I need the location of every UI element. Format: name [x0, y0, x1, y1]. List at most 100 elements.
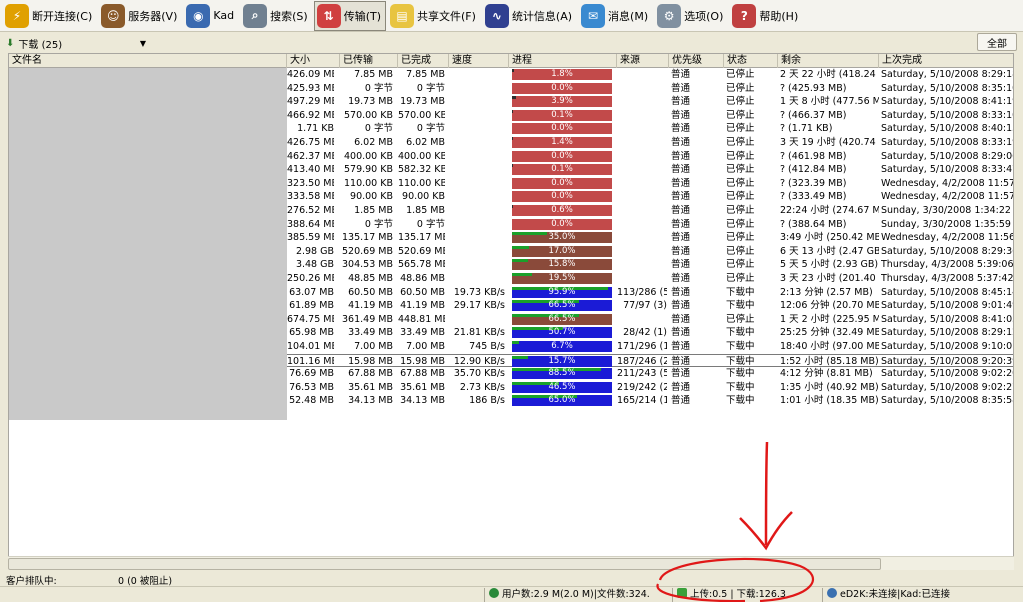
- download-row[interactable]: 497.29 MB 19.73 MB 19.73 MB 普通 已停止 1 天 8 小时 (…: [287, 95, 1013, 109]
- download-row[interactable]: 61.89 MB 41.19 MB 41.19 MB 29.17 KB/s 77/97 …: [287, 299, 1013, 313]
- toolbar-button-7[interactable]: ✉ 消息(M): [578, 1, 653, 31]
- cell-completed: 448.81 MB: [398, 313, 445, 325]
- cell-status: 已停止: [726, 109, 755, 121]
- cell-speed: [449, 190, 505, 204]
- scrollbar-thumb[interactable]: [8, 558, 881, 570]
- show-all-button[interactable]: 全部: [977, 33, 1017, 51]
- toolbar-button-1[interactable]: ☺ 服务器(V): [98, 1, 182, 31]
- cell-last: Saturday, 5/10/2008 8:40:13 ...: [881, 123, 1013, 135]
- cell-remaining: 1 天 2 小时 (225.95 MB): [780, 313, 879, 325]
- progress-label: 50.7%: [548, 327, 576, 338]
- download-row[interactable]: 104.01 MB 7.00 MB 7.00 MB 745 B/s 171/296 (1…: [287, 340, 1013, 354]
- cell-completed: 520.69 MB: [398, 245, 445, 257]
- download-row[interactable]: 425.93 MB 0 字节 0 字节 普通 已停止 ? (425.93 MB) Satur…: [287, 82, 1013, 96]
- transfer-icon: ⇅: [316, 3, 341, 28]
- cell-size: 333.58 MB: [287, 191, 334, 203]
- toolbar-button-8[interactable]: ⚙ 选项(O): [654, 1, 728, 31]
- download-row[interactable]: 65.98 MB 33.49 MB 33.49 MB 21.81 KB/s 28/42 …: [287, 326, 1013, 340]
- download-row[interactable]: 63.07 MB 60.50 MB 60.50 MB 19.73 KB/s 113/28…: [287, 286, 1013, 300]
- cell-sources: 219/242 (2): [617, 381, 667, 393]
- toolbar-button-5[interactable]: ▤ 共享文件(F): [387, 1, 481, 31]
- cell-speed: [449, 95, 505, 109]
- chat-icon: ✉: [581, 3, 606, 28]
- download-row[interactable]: 466.92 MB 570.00 KB 570.00 KB 普通 已停止 ? (466.3…: [287, 109, 1013, 123]
- download-row[interactable]: 385.59 MB 135.17 MB 135.17 MB 普通 已停止 3:49 小时 …: [287, 231, 1013, 245]
- column-header-2[interactable]: 已传输: [340, 54, 398, 68]
- cell-priority: 普通: [671, 109, 691, 121]
- download-row[interactable]: 323.50 MB 110.00 KB 110.00 KB 普通 已停止 ? (323.3…: [287, 177, 1013, 191]
- cell-priority: 普通: [671, 137, 691, 148]
- download-row[interactable]: 2.98 GB 520.69 MB 520.69 MB 普通 已停止 6 天 13 小时 …: [287, 245, 1013, 259]
- download-list-selector[interactable]: ⬇ 下载 (25) ▼: [6, 35, 146, 51]
- column-header-0[interactable]: 文件名: [9, 54, 287, 68]
- cell-completed: 570.00 KB: [398, 109, 445, 121]
- cell-remaining: 4:12 分钟 (8.81 MB): [780, 368, 873, 380]
- cell-speed: [449, 150, 505, 164]
- download-row[interactable]: 674.75 MB 361.49 MB 448.81 MB 普通 已停止 1 天 2 小时…: [287, 313, 1013, 327]
- download-row[interactable]: 76.69 MB 67.88 MB 67.88 MB 35.70 KB/s 211/24…: [287, 367, 1013, 381]
- progress-label: 1.8%: [551, 69, 573, 79]
- cell-last: Saturday, 5/10/2008 9:02:20 ...: [881, 368, 1013, 380]
- download-row[interactable]: 52.48 MB 34.13 MB 34.13 MB 186 B/s 165/214 (…: [287, 394, 1013, 408]
- cell-priority: 普通: [671, 205, 691, 216]
- download-row[interactable]: 76.53 MB 35.61 MB 35.61 MB 2.73 KB/s 219/242…: [287, 381, 1013, 395]
- column-header-8[interactable]: 状态: [724, 54, 778, 68]
- status-network-text: eD2K:未连接|Kad:已连接: [840, 589, 950, 600]
- horizontal-scrollbar[interactable]: [8, 556, 1014, 570]
- mule-icon: ☺: [101, 3, 126, 28]
- cell-last: Thursday, 4/3/2008 5:37:42 P...: [881, 273, 1014, 284]
- column-header-9[interactable]: 剩余: [778, 54, 879, 68]
- cell-sources: [617, 109, 667, 123]
- toolbar-button-2[interactable]: ◉ Kad: [183, 1, 239, 31]
- toolbar-button-6[interactable]: ∿ 统计信息(A): [482, 1, 577, 31]
- cell-last: Saturday, 5/10/2008 8:41:03 ...: [881, 313, 1013, 325]
- cell-status: 已停止: [726, 273, 755, 284]
- toolbar-button-0[interactable]: ⚡ 断开连接(C): [2, 1, 97, 31]
- column-header-3[interactable]: 已完成: [398, 54, 449, 68]
- toolbar-button-3[interactable]: ⌕ 搜索(S): [240, 1, 313, 31]
- toolbar-button-label: 断开连接(C): [32, 9, 93, 23]
- toolbar-button-4[interactable]: ⇅ 传输(T): [313, 0, 387, 31]
- cell-priority: 普通: [671, 273, 691, 284]
- cell-completed: 1.85 MB: [406, 205, 445, 216]
- cell-speed: [449, 136, 505, 150]
- users-icon: [489, 588, 499, 598]
- download-row[interactable]: 426.09 MB 7.85 MB 7.85 MB 普通 已停止 2 天 22 小时 (4…: [287, 68, 1013, 82]
- download-row[interactable]: 101.16 MB 15.98 MB 15.98 MB 12.90 KB/s 187/2…: [287, 353, 1013, 368]
- column-header-4[interactable]: 速度: [449, 54, 509, 68]
- progress-label: 1.4%: [551, 137, 573, 147]
- progress-bar: 1.4%: [512, 137, 612, 148]
- download-row[interactable]: 462.37 MB 400.00 KB 400.00 KB 普通 已停止 ? (461.9…: [287, 150, 1013, 164]
- download-row[interactable]: 426.75 MB 6.02 MB 6.02 MB 普通 已停止 3 天 19 小时 (4…: [287, 136, 1013, 150]
- cell-sources: 28/42 (1): [623, 327, 667, 339]
- cell-last: Saturday, 5/10/2008 8:29:12 ...: [881, 327, 1013, 339]
- column-header-5[interactable]: 进程: [509, 54, 617, 68]
- download-row[interactable]: 1.71 KB 0 字节 0 字节 普通 已停止 ? (1.71 KB) Saturday,…: [287, 122, 1013, 136]
- column-header-1[interactable]: 大小: [287, 54, 340, 68]
- cell-size: 426.75 MB: [287, 137, 334, 148]
- download-row[interactable]: 388.64 MB 0 字节 0 字节 普通 已停止 ? (388.64 MB) Sunda…: [287, 218, 1013, 232]
- cell-sources: [617, 163, 667, 177]
- cell-status: 下载中: [726, 395, 755, 407]
- cell-completed: 400.00 KB: [398, 150, 445, 162]
- download-row[interactable]: 250.26 MB 48.85 MB 48.86 MB 普通 已停止 3 天 23 小时 …: [287, 272, 1014, 286]
- cell-completed: 48.86 MB: [400, 273, 445, 284]
- progress-fill: [512, 137, 514, 140]
- cell-transferred: 90.00 KB: [350, 191, 393, 203]
- download-row[interactable]: 333.58 MB 90.00 KB 90.00 KB 普通 已停止 ? (333.49 …: [287, 190, 1013, 204]
- column-header-10[interactable]: 上次完成: [879, 54, 1013, 68]
- cell-last: Saturday, 5/10/2008 8:29:06 ...: [881, 150, 1013, 162]
- cell-speed: [449, 122, 505, 136]
- chevron-down-icon: ▼: [139, 38, 146, 48]
- cell-transferred: 41.19 MB: [348, 300, 393, 312]
- download-row[interactable]: 276.52 MB 1.85 MB 1.85 MB 普通 已停止 22:24 小时 (27…: [287, 204, 1013, 218]
- download-row[interactable]: 3.48 GB 304.53 MB 565.78 MB 普通 已停止 5 天 5 小时 (…: [287, 258, 1013, 272]
- cell-sources: 77/97 (3): [623, 300, 667, 312]
- column-header-6[interactable]: 来源: [617, 54, 669, 68]
- column-header-7[interactable]: 优先级: [669, 54, 724, 68]
- download-row[interactable]: 413.40 MB 579.90 KB 582.32 KB 普通 已停止 ? (412.8…: [287, 163, 1013, 177]
- toolbar-button-label: 服务器(V): [128, 9, 178, 23]
- cell-transferred: 304.53 MB: [342, 259, 393, 271]
- cell-status: 已停止: [726, 137, 755, 148]
- toolbar-button-9[interactable]: ? 帮助(H): [729, 1, 803, 31]
